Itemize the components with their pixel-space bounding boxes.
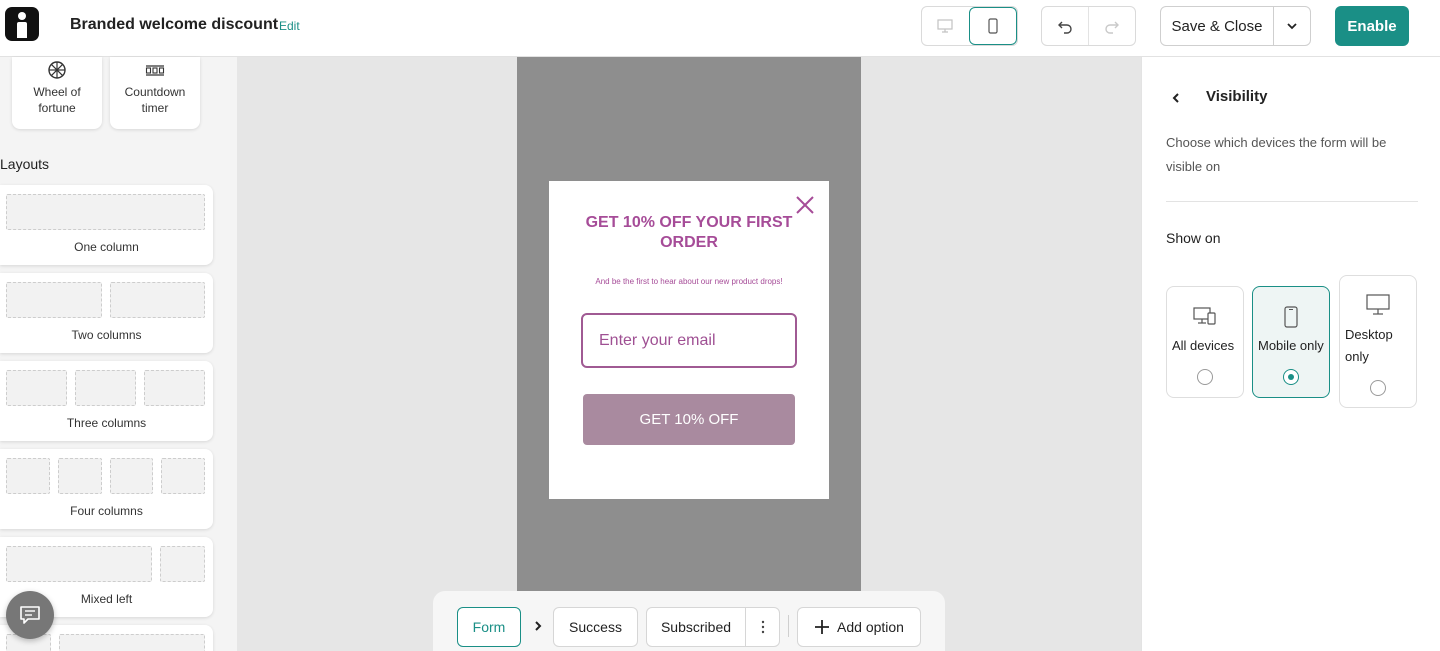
popup-cta-button[interactable]: GET 10% OFF xyxy=(583,394,795,445)
mobile-only-option[interactable]: Mobile only xyxy=(1252,286,1330,398)
signup-popup[interactable]: GET 10% OFF YOUR FIRST ORDER And be the … xyxy=(549,181,829,499)
panel-title: Visibility xyxy=(1206,88,1268,105)
step-subscribed-tab[interactable]: Subscribed xyxy=(646,607,746,647)
more-vertical-icon xyxy=(761,620,764,634)
step-more-menu[interactable] xyxy=(745,607,780,647)
plus-icon xyxy=(815,620,830,634)
undo-icon xyxy=(1058,21,1072,34)
form-title: Branded welcome discount xyxy=(70,16,279,33)
mobile-preview-frame: GET 10% OFF YOUR FIRST ORDER And be the … xyxy=(517,57,861,597)
layout-label: Four columns xyxy=(70,504,143,518)
mobile-preview-button[interactable] xyxy=(968,7,1017,45)
mobile-icon xyxy=(1284,306,1298,328)
tile-label: Countdown timer xyxy=(124,85,186,115)
chevron-down-icon xyxy=(1287,23,1297,30)
layout-four-columns[interactable]: Four columns xyxy=(0,449,213,529)
chat-icon xyxy=(20,606,40,624)
chat-support-button[interactable] xyxy=(6,591,54,639)
layout-preview xyxy=(6,370,205,406)
add-option-label: Add option xyxy=(837,619,904,635)
save-close-group: Save & Close xyxy=(1160,6,1311,46)
tile-label: Wheel of fortune xyxy=(33,85,81,115)
email-input[interactable]: Enter your email xyxy=(581,313,797,368)
history-controls xyxy=(1041,6,1136,46)
step-divider xyxy=(788,615,789,637)
radio-all-devices[interactable] xyxy=(1197,369,1213,385)
option-label: All devices xyxy=(1172,338,1235,353)
wheel-of-fortune-tile[interactable]: Wheel of fortune xyxy=(12,57,102,129)
enable-button[interactable]: Enable xyxy=(1335,6,1409,46)
edit-title-link[interactable]: Edit xyxy=(279,19,300,33)
logo-dot xyxy=(18,12,26,20)
panel-description: Choose which devices the form will be vi… xyxy=(1166,135,1387,174)
editor-canvas: GET 10% OFF YOUR FIRST ORDER And be the … xyxy=(237,57,1141,651)
section-divider xyxy=(1166,201,1418,202)
form-steps-bar: Form Success Subscribed Add option xyxy=(433,591,945,651)
preview-device-toggle xyxy=(921,6,1018,46)
show-on-label: Show on xyxy=(1166,230,1221,246)
layout-label: One column xyxy=(74,240,139,254)
save-close-button[interactable]: Save & Close xyxy=(1161,7,1273,45)
close-icon[interactable] xyxy=(795,195,815,215)
countdown-timer-tile[interactable]: Countdown timer xyxy=(110,57,200,129)
logo-bar xyxy=(17,22,27,38)
desktop-icon xyxy=(1366,294,1390,315)
step-success-tab[interactable]: Success xyxy=(553,607,638,647)
layout-label: Three columns xyxy=(66,416,147,430)
layout-one-column[interactable]: One column xyxy=(0,185,213,265)
layout-preview xyxy=(6,282,205,318)
visibility-panel: Visibility Choose which devices the form… xyxy=(1141,57,1440,651)
desktop-only-option[interactable]: Desktop only xyxy=(1339,275,1417,408)
layout-preview xyxy=(6,458,205,494)
radio-mobile-only[interactable] xyxy=(1283,369,1299,385)
app-logo[interactable] xyxy=(5,7,39,41)
mobile-icon xyxy=(988,18,998,34)
undo-button[interactable] xyxy=(1042,7,1088,45)
option-label: Mobile only xyxy=(1258,338,1324,353)
all-devices-option[interactable]: All devices xyxy=(1166,286,1244,398)
all-devices-icon xyxy=(1193,307,1216,325)
redo-button[interactable] xyxy=(1088,7,1135,45)
layout-three-columns[interactable]: Three columns xyxy=(0,361,213,441)
popup-subheading[interactable]: And be the first to hear about our new p… xyxy=(559,277,819,286)
timer-icon xyxy=(145,65,165,76)
step-form-tab[interactable]: Form xyxy=(457,607,521,647)
option-label: Desktop only xyxy=(1345,327,1393,364)
top-bar: Branded welcome discount Edit Save & Clo… xyxy=(0,0,1440,57)
popup-heading[interactable]: GET 10% OFF YOUR FIRST ORDER xyxy=(569,213,809,253)
layouts-heading: Layouts xyxy=(0,156,50,172)
chevron-right-icon xyxy=(535,621,542,631)
desktop-preview-button[interactable] xyxy=(922,7,969,45)
add-option-button[interactable]: Add option xyxy=(797,607,921,647)
desktop-icon xyxy=(937,19,953,33)
layout-preview xyxy=(6,194,205,230)
wheel-icon xyxy=(48,61,66,79)
layout-preview xyxy=(6,546,205,582)
layout-two-columns[interactable]: Two columns xyxy=(0,273,213,353)
elements-sidebar: Wheel of fortune Countdown timer Layouts… xyxy=(0,57,237,651)
back-chevron-icon[interactable] xyxy=(1171,92,1181,104)
save-options-dropdown[interactable] xyxy=(1273,7,1310,45)
layout-label: Two columns xyxy=(71,328,142,342)
redo-icon xyxy=(1105,21,1119,34)
radio-desktop-only[interactable] xyxy=(1370,380,1386,396)
